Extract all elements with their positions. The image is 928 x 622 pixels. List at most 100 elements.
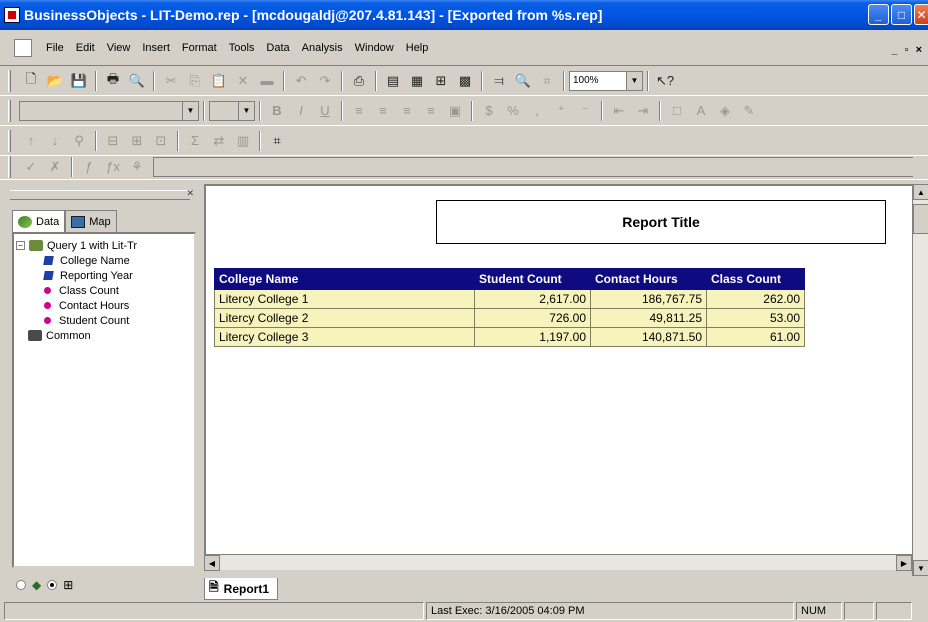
delete-icon[interactable]: ✕ (233, 71, 253, 91)
report-table[interactable]: College Name Student Count Contact Hours… (214, 268, 805, 347)
sort-ascending-icon[interactable]: ↑ (21, 131, 41, 151)
close-icon[interactable]: ✕ (186, 188, 194, 199)
function-icon[interactable]: ƒ (79, 157, 99, 177)
increase-indent-icon[interactable]: ⇥ (633, 101, 653, 121)
horizontal-scrollbar[interactable]: ◀ ▶ (204, 554, 912, 571)
currency-icon[interactable]: $ (479, 101, 499, 121)
font-size-select[interactable]: ▼ (209, 100, 255, 121)
tree-item-college-name[interactable]: College Name (16, 253, 192, 268)
table-icon[interactable]: ⊞ (431, 71, 451, 91)
justify-icon[interactable]: ≡ (421, 101, 441, 121)
menu-tools[interactable]: Tools (223, 42, 261, 54)
column-header[interactable]: Class Count (706, 268, 805, 290)
mdi-window-controls[interactable]: _ ▫ × (891, 44, 924, 56)
tree-node-common[interactable]: Common (16, 328, 192, 343)
scroll-right-icon[interactable]: ▶ (896, 555, 912, 571)
table-cell[interactable]: Litercy College 1 (214, 289, 475, 309)
format-painter-icon[interactable]: ⎙ (349, 71, 369, 91)
table-cell[interactable]: 262.00 (706, 289, 805, 309)
font-color-icon[interactable]: A (691, 101, 711, 121)
menu-help[interactable]: Help (400, 42, 435, 54)
crosstab-icon[interactable]: ▩ (455, 71, 475, 91)
scroll-up-icon[interactable]: ▲ (913, 184, 928, 200)
redo-icon[interactable]: ↷ (315, 71, 335, 91)
scroll-left-icon[interactable]: ◀ (204, 555, 220, 571)
report-title[interactable]: Report Title (436, 200, 886, 244)
fill-color-icon[interactable]: ◈ (715, 101, 735, 121)
open-folder-icon[interactable]: 📂 (45, 71, 65, 91)
menu-window[interactable]: Window (349, 42, 400, 54)
print-preview-icon[interactable]: 🔍 (127, 71, 147, 91)
menu-file[interactable]: File (40, 42, 70, 54)
scroll-down-icon[interactable]: ▼ (913, 560, 928, 576)
decrease-decimal-icon[interactable]: ⁻ (575, 101, 595, 121)
toolbar-grip[interactable] (8, 69, 11, 92)
pencil-icon[interactable]: ✎ (739, 101, 759, 121)
table-cell[interactable]: 726.00 (474, 308, 591, 328)
tree-item-student-count[interactable]: Student Count (16, 313, 192, 328)
table-cell[interactable]: 49,811.25 (590, 308, 707, 328)
paste-icon[interactable]: 📋 (209, 71, 229, 91)
menu-edit[interactable]: Edit (70, 42, 101, 54)
close-button[interactable]: ✕ (914, 4, 928, 25)
tab-map[interactable]: Map (65, 210, 117, 232)
increase-decimal-icon[interactable]: ⁺ (551, 101, 571, 121)
toolbar-grip[interactable] (8, 99, 11, 122)
sort-descending-icon[interactable]: ↓ (45, 131, 65, 151)
chevron-down-icon[interactable]: ▼ (238, 101, 254, 120)
align-left-icon[interactable]: ≡ (349, 101, 369, 121)
slice-dice-icon[interactable]: ▦ (407, 71, 427, 91)
calculation-icon[interactable]: Σ (185, 131, 205, 151)
outline-icon[interactable]: ⊞ (127, 131, 147, 151)
tree-item-class-count[interactable]: Class Count (16, 283, 192, 298)
help-pointer-icon[interactable]: ↖? (655, 71, 675, 91)
column-header[interactable]: Student Count (474, 268, 591, 290)
underline-icon[interactable]: U (315, 101, 335, 121)
grid-icon[interactable]: ▥ (233, 131, 253, 151)
zoom-icon[interactable]: 🔍 (513, 71, 533, 91)
align-center-icon[interactable]: ≡ (373, 101, 393, 121)
column-header[interactable]: College Name (214, 268, 475, 290)
report-view-icon[interactable]: ▤ (383, 71, 403, 91)
table-cell[interactable]: 53.00 (706, 308, 805, 328)
radio-map-view[interactable] (16, 580, 26, 590)
drill-icon[interactable]: ⌗ (537, 71, 557, 91)
chevron-down-icon[interactable]: ▼ (626, 71, 642, 90)
document-icon[interactable] (14, 38, 32, 57)
cut-icon[interactable]: ✂ (161, 71, 181, 91)
decrease-indent-icon[interactable]: ⇤ (609, 101, 629, 121)
toolbar-grip[interactable] (8, 155, 11, 178)
menu-insert[interactable]: Insert (136, 42, 176, 54)
font-name-select[interactable]: ▼ (19, 100, 199, 121)
define-variable-icon[interactable]: ƒx (103, 157, 123, 177)
filter-icon[interactable]: ⚲ (69, 131, 89, 151)
menu-view[interactable]: View (101, 42, 137, 54)
clear-icon[interactable]: ▬ (257, 71, 277, 91)
merge-icon[interactable]: ▣ (445, 101, 465, 121)
border-icon[interactable]: □ (667, 101, 687, 121)
comma-icon[interactable]: , (527, 101, 547, 121)
toolbar-grip[interactable] (8, 129, 11, 152)
vertical-scrollbar[interactable]: ▲ ▼ (912, 184, 928, 576)
formula-editor-icon[interactable]: ⚘ (127, 157, 147, 177)
align-right-icon[interactable]: ≡ (397, 101, 417, 121)
zoom-select[interactable]: 100% ▼ (569, 70, 643, 91)
print-icon[interactable]: 🖶 (103, 71, 123, 91)
cancel-formula-icon[interactable]: ✗ (45, 157, 65, 177)
insert-break-icon[interactable]: ⫤ (489, 71, 509, 91)
tree-item-reporting-year[interactable]: Reporting Year (16, 268, 192, 283)
save-icon[interactable]: 💾 (69, 71, 89, 91)
maximize-button[interactable]: □ (891, 4, 912, 25)
ranking-icon[interactable]: ⊡ (151, 131, 171, 151)
break-icon[interactable]: ⊟ (103, 131, 123, 151)
table-cell[interactable]: 1,197.00 (474, 327, 591, 347)
copy-icon[interactable]: ⎘ (185, 71, 205, 91)
table-cell[interactable]: Litercy College 2 (214, 308, 475, 328)
undo-icon[interactable]: ↶ (291, 71, 311, 91)
menu-format[interactable]: Format (176, 42, 223, 54)
bold-icon[interactable]: B (267, 101, 287, 121)
table-cell[interactable]: 61.00 (706, 327, 805, 347)
chevron-down-icon[interactable]: ▼ (182, 101, 198, 120)
italic-icon[interactable]: I (291, 101, 311, 121)
column-header[interactable]: Contact Hours (590, 268, 707, 290)
